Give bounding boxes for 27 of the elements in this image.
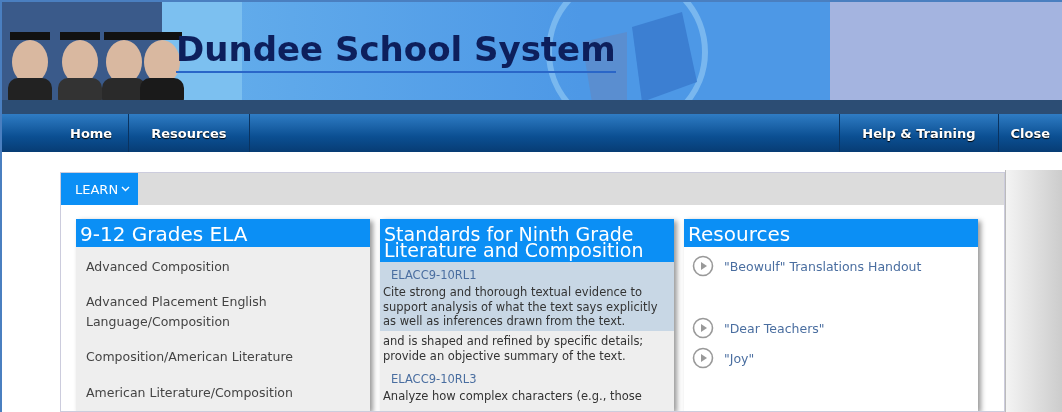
standard-code: ELACC9-10RL3 [390, 371, 478, 389]
play-icon [692, 347, 714, 369]
resource-link[interactable]: "Joy" [684, 339, 978, 369]
nav-link[interactable]: Help & Training [839, 114, 998, 152]
course-link[interactable]: Advanced Placement English Language/Composition [76, 276, 370, 332]
panel-title: Resources [684, 219, 978, 247]
standard-text: Cite strong and thorough textual evidence to support analysis of what the text says explicitly as well as inferences drawn from the text. [383, 285, 659, 329]
course-link[interactable]: American Literature/Composition [76, 366, 370, 402]
nav-link[interactable]: Close [997, 114, 1062, 152]
standard-text: Analyze how complex characters (e.g., those [383, 389, 643, 404]
course-link[interactable]: Composition/American Literature [76, 331, 370, 367]
standard-item[interactable]: ELACC9-10RL3 Analyze how complex characters (e.g., those [380, 366, 674, 407]
nav-link[interactable]: Home [54, 114, 130, 152]
play-icon [692, 255, 714, 277]
standard-item[interactable]: and is shaped and refined by specific details; provide an objective summary of the text. [380, 331, 674, 367]
standard-code: ELACC9-10RL1 [390, 267, 478, 285]
site-title: Dundee School System [176, 29, 616, 73]
play-icon [692, 317, 714, 339]
panel-title: Standards for Ninth Grade Literature and Composition [380, 219, 674, 263]
panel-title: 9-12 Grades ELA [76, 219, 370, 247]
resource-link[interactable]: "Dear Teachers" [684, 277, 978, 339]
standard-text: and is shaped and refined by specific details; provide an objective summary of the text. [383, 334, 645, 364]
nav-link[interactable]: Resources [129, 114, 250, 152]
chevron-down-icon [121, 186, 131, 192]
resource-link[interactable]: "Beowulf" Translations Handout [684, 247, 978, 277]
course-link[interactable]: Advanced Composition [76, 247, 370, 277]
standard-item[interactable]: ELACC9-10RL1 Cite strong and thorough textual evidence to support analysis of what the text says explicitly as well as inferences drawn from the text. [380, 262, 674, 332]
